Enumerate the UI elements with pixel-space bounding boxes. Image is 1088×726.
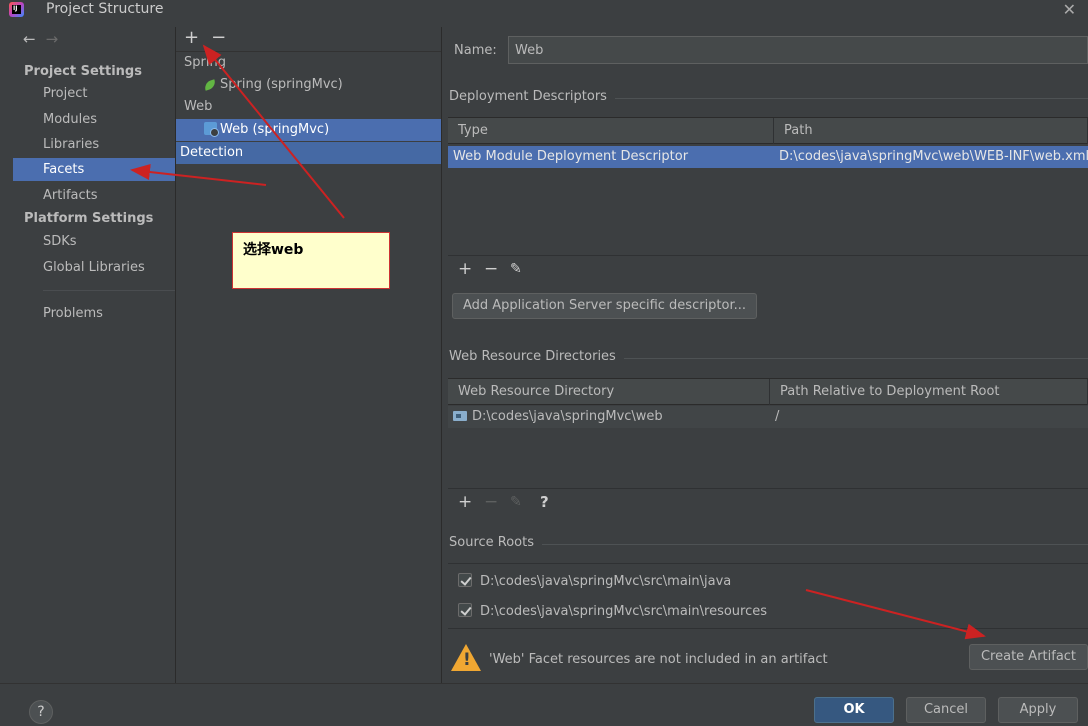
close-icon[interactable]: ✕ xyxy=(1063,0,1076,19)
nav-item-problems[interactable]: Problems xyxy=(13,302,175,325)
deployment-descriptors-table: Type Path Web Module Deployment Descript… xyxy=(448,117,1088,255)
tree-group-web[interactable]: Web xyxy=(176,96,441,118)
column-header-web-resource-dir[interactable]: Web Resource Directory xyxy=(448,379,770,405)
tree-item-label: Spring (springMvc) xyxy=(220,77,343,92)
window-title: Project Structure xyxy=(46,1,164,17)
nav-item-project[interactable]: Project xyxy=(13,82,175,105)
source-roots-list: D:\codes\java\springMvc\src\main\java D:… xyxy=(448,563,1088,629)
descriptor-path-cell: D:\codes\java\springMvc\web\WEB-INF\web.… xyxy=(779,149,1088,164)
descriptor-type-cell: Web Module Deployment Descriptor xyxy=(453,149,689,164)
remove-facet-button[interactable]: − xyxy=(211,27,226,48)
source-root-path: D:\codes\java\springMvc\src\main\java xyxy=(480,574,732,589)
spring-leaf-icon xyxy=(202,78,218,91)
tree-group-spring[interactable]: Spring xyxy=(176,52,441,74)
nav-separator xyxy=(43,290,175,291)
web-facet-icon xyxy=(204,122,219,137)
section-divider xyxy=(620,358,1088,359)
column-header-relative-path[interactable]: Path Relative to Deployment Root xyxy=(770,379,1088,405)
ok-button[interactable]: OK xyxy=(814,697,894,723)
nav-item-artifacts[interactable]: Artifacts xyxy=(13,184,175,207)
intellij-app-icon: IJ xyxy=(9,2,24,17)
table-header: Type Path xyxy=(448,118,1088,144)
source-root-checkbox[interactable] xyxy=(458,573,472,587)
section-divider xyxy=(542,544,1088,545)
edit-pencil-icon[interactable]: ✎ xyxy=(510,261,522,277)
column-header-path[interactable]: Path xyxy=(774,118,1088,144)
table-row[interactable]: Web Module Deployment Descriptor D:\code… xyxy=(448,146,1088,168)
web-resource-dir-text: D:\codes\java\springMvc\web xyxy=(472,409,663,424)
apply-button[interactable]: Apply xyxy=(998,697,1078,723)
deployment-table-toolbar: + − ✎ xyxy=(448,255,1088,285)
facet-detail-panel: Name: Deployment Descriptors Type Path W… xyxy=(442,27,1088,683)
source-root-path: D:\codes\java\springMvc\src\main\resourc… xyxy=(480,604,768,619)
section-divider xyxy=(612,98,1088,99)
name-field[interactable] xyxy=(508,36,1088,64)
source-root-item[interactable]: D:\codes\java\springMvc\src\main\resourc… xyxy=(458,602,767,622)
nav-item-global-libraries[interactable]: Global Libraries xyxy=(13,256,175,279)
dialog-footer: ? OK Cancel Apply xyxy=(0,683,1088,726)
help-button[interactable]: ? xyxy=(29,700,53,724)
warning-icon xyxy=(451,644,481,671)
nav-item-modules[interactable]: Modules xyxy=(13,108,175,131)
add-server-descriptor-button[interactable]: Add Application Server specific descript… xyxy=(452,293,757,319)
web-resource-table: Web Resource Directory Path Relative to … xyxy=(448,378,1088,488)
settings-nav: ← → Project Settings Project Modules Libr… xyxy=(13,27,175,683)
web-resource-toolbar: + − ✎ ? xyxy=(448,488,1088,518)
deployment-descriptors-title: Deployment Descriptors xyxy=(449,89,615,104)
add-descriptor-button[interactable]: + xyxy=(458,259,472,279)
help-question-icon[interactable]: ? xyxy=(540,493,549,511)
name-label: Name: xyxy=(454,43,497,58)
add-facet-button[interactable]: + xyxy=(184,27,199,48)
annotation-callout: 选择web xyxy=(232,232,390,289)
remove-resource-button[interactable]: − xyxy=(484,492,498,512)
table-header: Web Resource Directory Path Relative to … xyxy=(448,379,1088,405)
nav-item-sdks[interactable]: SDKs xyxy=(13,230,175,253)
web-resource-dir-cell: D:\codes\java\springMvc\web xyxy=(448,406,770,428)
add-resource-button[interactable]: + xyxy=(458,492,472,512)
facet-tree: + − Spring Spring (springMvc) Web Web (sp… xyxy=(176,27,441,683)
tree-item-detection[interactable]: Detection xyxy=(176,142,441,164)
nav-arrows: ← → xyxy=(23,30,58,48)
nav-item-libraries[interactable]: Libraries xyxy=(13,133,175,156)
table-row[interactable]: D:\codes\java\springMvc\web / xyxy=(448,406,1088,428)
source-roots-title: Source Roots xyxy=(449,535,543,550)
column-header-type[interactable]: Type xyxy=(448,118,774,144)
edit-pencil-icon[interactable]: ✎ xyxy=(510,494,522,510)
project-settings-header: Project Settings xyxy=(24,64,142,79)
source-root-item[interactable]: D:\codes\java\springMvc\src\main\java xyxy=(458,572,731,592)
cancel-button[interactable]: Cancel xyxy=(906,697,986,723)
create-artifact-button[interactable]: Create Artifact xyxy=(969,644,1088,670)
tree-item-label: Web (springMvc) xyxy=(220,122,330,137)
title-bar: IJ Project Structure ✕ xyxy=(0,0,1088,19)
platform-settings-header: Platform Settings xyxy=(24,211,154,226)
folder-icon xyxy=(453,411,467,421)
tree-toolbar: + − xyxy=(184,27,238,48)
tree-item-spring-springmvc[interactable]: Spring (springMvc) xyxy=(176,74,441,96)
tree-item-web-springmvc[interactable]: Web (springMvc) xyxy=(176,119,441,141)
back-arrow-icon[interactable]: ← xyxy=(23,30,36,48)
warning-message: 'Web' Facet resources are not included i… xyxy=(489,652,828,667)
source-root-checkbox[interactable] xyxy=(458,603,472,617)
forward-arrow-icon[interactable]: → xyxy=(46,30,59,48)
nav-item-facets[interactable]: Facets xyxy=(13,158,175,181)
web-resource-directories-title: Web Resource Directories xyxy=(449,349,624,364)
remove-descriptor-button[interactable]: − xyxy=(484,259,498,279)
relative-path-cell: / xyxy=(775,409,780,424)
